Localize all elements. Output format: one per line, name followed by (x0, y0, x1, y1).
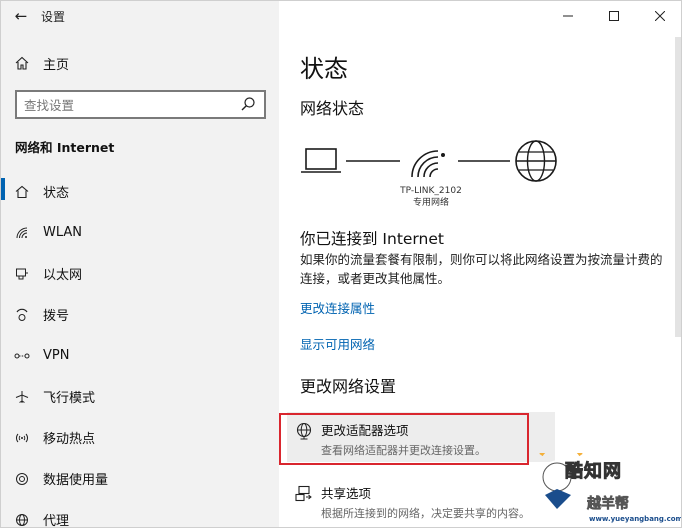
change-settings-heading: 更改网络设置 (300, 377, 397, 396)
minimize-button[interactable] (545, 1, 591, 31)
status-icon (1, 185, 43, 199)
nav-home[interactable]: 主页 (1, 49, 279, 77)
ethernet-icon (1, 267, 43, 281)
search-placeholder: 查找设置 (24, 98, 75, 113)
laptop-icon (301, 148, 341, 173)
dialup-icon (1, 308, 43, 322)
sidebar-item-hotspot[interactable]: 移动热点 (1, 417, 279, 458)
network-caption: TP-LINK_2102 专用网络 (371, 185, 491, 209)
connected-heading: 你已连接到 Internet (300, 230, 444, 248)
sidebar-item-label: 状态 (43, 186, 70, 201)
network-name: TP-LINK_2102 (400, 186, 462, 196)
vpn-icon (1, 350, 43, 362)
globe-icon (1, 513, 43, 527)
hotspot-icon (1, 431, 43, 445)
minimize-icon (563, 15, 573, 17)
back-button[interactable]: ← (1, 1, 41, 31)
sidebar-item-wlan[interactable]: WLAN (1, 212, 279, 253)
data-usage-icon (1, 472, 43, 486)
back-arrow-icon: ← (14, 7, 28, 25)
close-icon (655, 11, 665, 21)
watermark-url: www.yueyangbang.com (589, 515, 682, 523)
option-subtitle: 根据所连接到的网络，决定要共享的内容。 (321, 507, 530, 520)
sidebar-item-label: 拨号 (43, 309, 70, 324)
sidebar-item-label: 数据使用量 (43, 473, 109, 488)
sidebar-item-vpn[interactable]: VPN (1, 335, 279, 376)
network-type: 专用网络 (412, 198, 449, 208)
window-title: 设置 (41, 9, 66, 24)
network-status-heading: 网络状态 (300, 99, 365, 118)
main-content: 状态 网络状态 TP-LINK_2102 专用网络 你已连接到 Internet… (279, 1, 682, 527)
sharing-options-button[interactable]: 共享选项 根据所连接到的网络，决定要共享的内容。 (287, 475, 555, 525)
wifi-icon (1, 226, 43, 240)
section-title: 网络和 Internet (15, 140, 115, 155)
search-icon[interactable] (240, 96, 256, 112)
sidebar-item-status[interactable]: 状态 (1, 171, 279, 212)
close-button[interactable] (637, 1, 681, 31)
maximize-icon (609, 11, 619, 21)
red-highlight-frame (279, 413, 529, 465)
watermark-cn-text: 越羊帮 (587, 496, 630, 513)
sidebar-item-label: 飞行模式 (43, 391, 96, 406)
nav-list: 状态 WLAN 以太网 拨号 VPN 飞行模式 移动热点 数据使用量 代理 (1, 171, 279, 528)
window-controls (545, 1, 681, 31)
internet-globe-icon (515, 140, 557, 182)
title-bar: ← 设置 (1, 1, 279, 31)
sharing-icon (287, 483, 321, 503)
sidebar-item-label: 移动热点 (43, 432, 96, 447)
airplane-icon (1, 390, 43, 404)
option-title: 共享选项 (321, 486, 372, 501)
maximize-button[interactable] (591, 1, 637, 31)
change-connection-properties-link[interactable]: 更改连接属性 (300, 298, 375, 317)
wifi-signal-icon (411, 150, 445, 178)
sidebar-item-label: VPN (43, 348, 70, 363)
watermark-brand: 酷知网 (565, 461, 622, 483)
page-title: 状态 (300, 55, 348, 83)
sidebar: ← 设置 主页 查找设置 网络和 Internet 状态 WLAN 以太网 拨号… (1, 1, 279, 528)
connected-description: 如果你的流量套餐有限制，则你可以将此网络设置为按流量计费的连接，或者更改其他属性… (300, 252, 663, 286)
network-diagram: TP-LINK_2102 专用网络 (300, 139, 570, 219)
sidebar-item-label: 代理 (43, 514, 70, 528)
home-label: 主页 (43, 57, 70, 73)
sidebar-item-label: 以太网 (43, 268, 83, 283)
sidebar-item-proxy[interactable]: 代理 (1, 499, 279, 528)
sidebar-item-dialup[interactable]: 拨号 (1, 294, 279, 335)
settings-window: ← 设置 主页 查找设置 网络和 Internet 状态 WLAN 以太网 拨号… (0, 0, 682, 528)
sidebar-item-data-usage[interactable]: 数据使用量 (1, 458, 279, 499)
search-input[interactable]: 查找设置 (15, 90, 266, 119)
home-icon (1, 56, 43, 70)
sidebar-item-label: WLAN (43, 225, 83, 240)
scrollbar[interactable] (675, 37, 681, 337)
show-available-networks-link[interactable]: 显示可用网络 (300, 334, 375, 353)
sidebar-item-ethernet[interactable]: 以太网 (1, 253, 279, 294)
sidebar-item-airplane[interactable]: 飞行模式 (1, 376, 279, 417)
